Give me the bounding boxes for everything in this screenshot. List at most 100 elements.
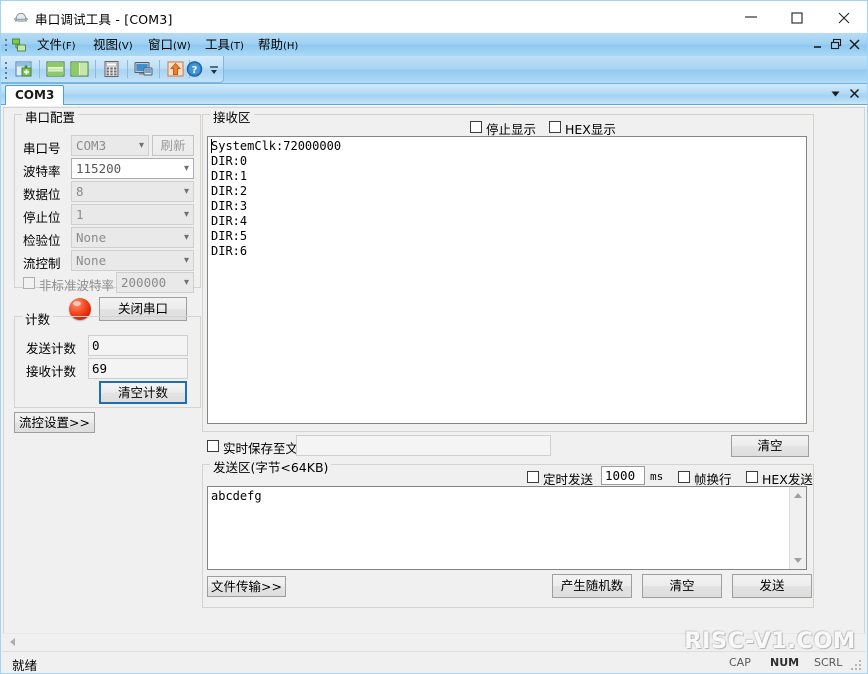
serial-debug-tool-window: 串口调试工具 - [COM3] 文件(F) 视图(V) 窗口(W) 工具(T) … (0, 0, 868, 674)
menu-grip-handle[interactable] (5, 39, 8, 51)
hex-send-checkbox-box (746, 471, 758, 483)
menu-file[interactable]: 文件(F) (33, 36, 80, 53)
chevron-down-icon: ▾ (184, 257, 189, 265)
status-scrl-indicator: SCRL (814, 656, 842, 669)
nonstandard-baud-value: 200000 (121, 275, 166, 290)
svg-text:?: ? (192, 65, 198, 76)
new-window-icon[interactable] (13, 59, 34, 79)
flowcontrol-combo-value: None (76, 253, 106, 268)
mdi-restore-button[interactable] (830, 38, 843, 51)
parity-combo-value: None (76, 230, 106, 245)
menu-window[interactable]: 窗口(W) (144, 36, 195, 53)
upload-icon[interactable] (165, 59, 186, 79)
tab-close-icon[interactable] (848, 87, 861, 100)
databits-combo-value: 8 (76, 184, 84, 199)
menu-view-key: (V) (118, 41, 133, 52)
mdi-client-area: 串口配置 串口号 COM3 ▾ 刷新 波特率 115200 ▾ 数据位 8 ▾ … (1, 105, 867, 642)
menu-tools-key: (T) (230, 41, 244, 52)
file-transfer-button[interactable]: 文件传输>> (207, 576, 286, 597)
window-minimize-button[interactable] (728, 1, 774, 32)
app-menu-icon (11, 37, 27, 53)
status-text: 就绪 (12, 655, 37, 674)
clear-counter-button[interactable]: 清空计数 (99, 381, 187, 404)
save-file-path-input[interactable] (296, 435, 551, 456)
status-num-indicator: NUM (770, 656, 799, 669)
send-textarea-scrollbar[interactable] (789, 487, 806, 569)
counter-title: 计数 (22, 309, 53, 328)
menu-bar: 文件(F) 视图(V) 窗口(W) 工具(T) 帮助(H) (1, 33, 867, 57)
window-title: 串口调试工具 - [COM3] (35, 9, 173, 28)
clear-receive-button[interactable]: 清空 (731, 435, 809, 457)
save-to-file-checkbox-box (207, 440, 219, 452)
scroll-up-icon[interactable] (790, 487, 806, 504)
scroll-left-icon[interactable] (4, 634, 20, 649)
port-label: 串口号 (23, 138, 61, 157)
tab-list-dropdown-icon[interactable] (829, 87, 842, 100)
menu-tools-label: 工具 (205, 37, 230, 52)
stopbits-label: 停止位 (23, 207, 61, 226)
send-interval-input[interactable]: 1000 (601, 466, 645, 485)
flowcontrol-settings-button[interactable]: 流控设置>> (14, 412, 95, 433)
port-combo[interactable]: COM3 ▾ (71, 135, 149, 156)
serial-tool-icon (13, 9, 29, 25)
nonstandard-baud-combo[interactable]: 200000 ▾ (116, 272, 194, 293)
horizontal-tile-icon[interactable] (45, 59, 66, 79)
stop-display-checkbox-box (470, 121, 482, 133)
baudrate-label: 波特率 (23, 161, 61, 180)
menu-help[interactable]: 帮助(H) (254, 36, 302, 53)
title-bar: 串口调试工具 - [COM3] (1, 1, 867, 34)
rx-count-value: 69 (88, 358, 188, 379)
window-close-button[interactable] (821, 1, 867, 32)
send-interval-unit: ms (650, 470, 663, 483)
toolbar-band: ? (1, 56, 224, 83)
chevron-down-icon: ▾ (184, 188, 189, 196)
menu-view[interactable]: 视图(V) (89, 36, 137, 53)
send-textarea[interactable]: abcdefg (207, 486, 807, 570)
menu-window-key: (W) (173, 41, 191, 52)
toolbar-grip-handle[interactable] (5, 62, 8, 76)
databits-combo[interactable]: 8 ▾ (71, 181, 194, 202)
flowcontrol-label: 流控制 (23, 253, 61, 272)
menu-file-key: (F) (62, 41, 76, 52)
toolbar-overflow-icon[interactable] (209, 64, 219, 76)
tab-com3[interactable]: COM3 (5, 85, 64, 105)
mdi-close-button[interactable] (848, 38, 861, 51)
send-text-content: abcdefg (211, 489, 804, 504)
help-icon[interactable]: ? (184, 59, 205, 79)
status-cap-indicator: CAP (729, 656, 751, 669)
resize-grip-icon[interactable] (851, 660, 863, 672)
menu-window-label: 窗口 (148, 37, 173, 52)
receive-text-content: SystemClk:72000000 DIR:0 DIR:1 DIR:2 DIR… (211, 139, 804, 259)
parity-combo[interactable]: None ▾ (71, 227, 194, 248)
baudrate-combo[interactable]: 115200 ▾ (71, 158, 194, 179)
serial-config-title: 串口配置 (22, 107, 78, 126)
hex-display-checkbox-box (549, 121, 561, 133)
random-data-button[interactable]: 产生随机数 (552, 574, 632, 598)
monitor-icon[interactable] (133, 59, 154, 79)
receive-textarea[interactable]: SystemClk:72000000 DIR:0 DIR:1 DIR:2 DIR… (207, 136, 807, 424)
calculator-icon[interactable] (101, 59, 122, 79)
menu-file-label: 文件 (37, 37, 62, 52)
send-title: 发送区(字节<64KB) (210, 457, 331, 476)
client-horizontal-scrollbar[interactable] (2, 633, 866, 649)
clear-send-button[interactable]: 清空 (642, 574, 722, 598)
port-combo-value: COM3 (76, 138, 106, 153)
timed-send-checkbox-box (527, 471, 539, 483)
rx-count-label: 接收计数 (26, 361, 76, 380)
chevron-down-icon: ▾ (139, 142, 144, 150)
scroll-down-icon[interactable] (790, 552, 806, 569)
mdi-minimize-button[interactable] (812, 38, 825, 51)
refresh-button[interactable]: 刷新 (152, 135, 194, 156)
flowcontrol-combo[interactable]: None ▾ (71, 250, 194, 271)
mdi-tab-bar: COM3 (1, 84, 867, 105)
receive-title: 接收区 (210, 107, 254, 126)
vertical-tile-icon[interactable] (69, 59, 90, 79)
parity-label: 检验位 (23, 230, 61, 249)
menu-tools[interactable]: 工具(T) (201, 36, 248, 53)
stopbits-combo[interactable]: 1 ▾ (71, 204, 194, 225)
window-maximize-button[interactable] (774, 1, 820, 32)
com3-child-window: 串口配置 串口号 COM3 ▾ 刷新 波特率 115200 ▾ 数据位 8 ▾ … (3, 107, 865, 639)
send-button[interactable]: 发送 (732, 574, 812, 598)
chevron-down-icon: ▾ (184, 279, 189, 287)
databits-label: 数据位 (23, 184, 61, 203)
